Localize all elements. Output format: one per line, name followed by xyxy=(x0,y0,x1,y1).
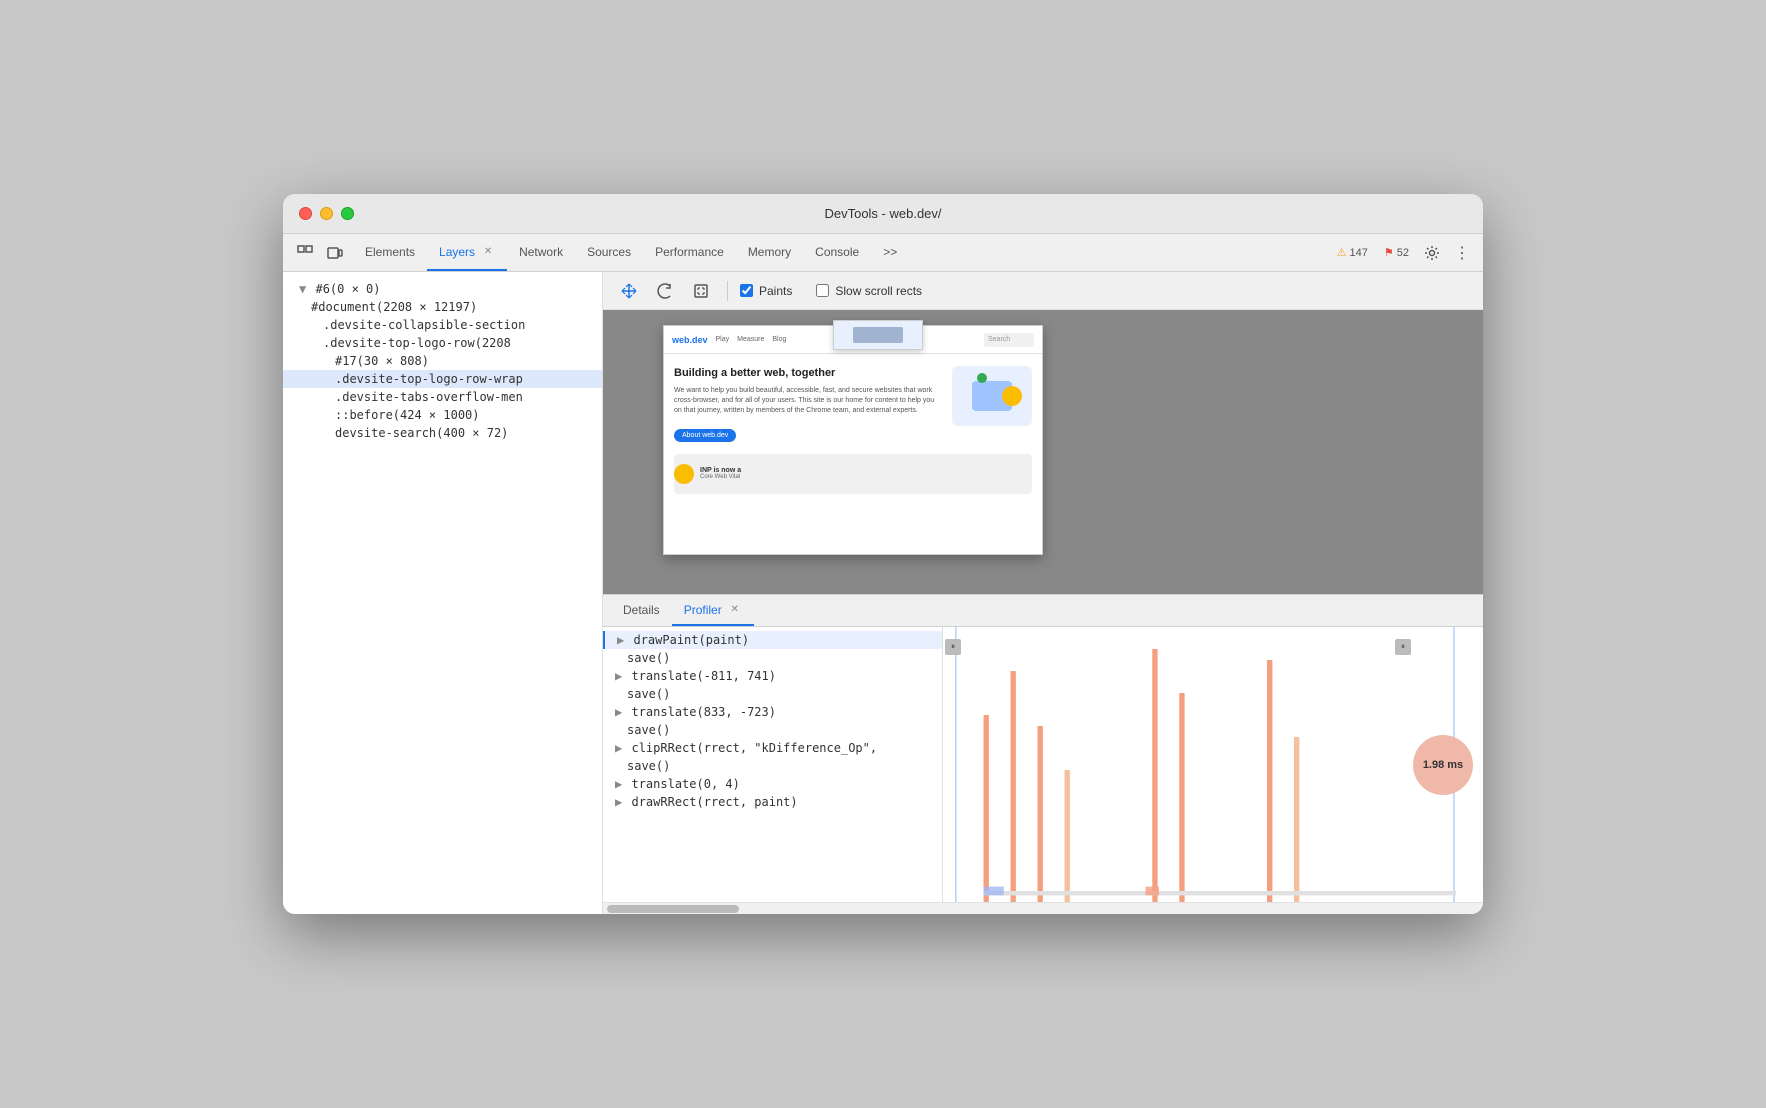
timer-badge: 1.98 ms xyxy=(1413,735,1473,795)
slow-scroll-checkbox[interactable] xyxy=(816,284,829,297)
arrow-icon: ▼ xyxy=(299,282,306,296)
tab-layers[interactable]: Layers ✕ xyxy=(427,234,507,271)
minimize-button[interactable] xyxy=(320,207,333,220)
bottom-scrollbar[interactable] xyxy=(603,902,1483,914)
device-toolbar-icon[interactable] xyxy=(321,239,349,267)
layer-item[interactable]: ▼ #6(0 × 0) xyxy=(283,280,602,298)
pan-tool-button[interactable] xyxy=(615,277,643,305)
maximize-button[interactable] xyxy=(341,207,354,220)
layer-item[interactable]: .devsite-collapsible-section xyxy=(283,316,602,334)
profiler-item[interactable]: ▶ clipRRect(rrect, "kDifference_Op", xyxy=(603,739,942,757)
close-button[interactable] xyxy=(299,207,312,220)
profiler-item[interactable]: ▶ translate(0, 4) xyxy=(603,775,942,793)
tab-profiler-close[interactable]: ✕ xyxy=(728,603,742,617)
layer-item[interactable]: #document(2208 × 12197) xyxy=(283,298,602,316)
layer-item[interactable]: .devsite-top-logo-row(2208 xyxy=(283,334,602,352)
slow-scroll-checkbox-group[interactable]: Slow scroll rects xyxy=(816,284,922,298)
layer-item-selected[interactable]: .devsite-top-logo-row-wrap xyxy=(283,370,602,388)
timeline-area[interactable]: ⏸ ⏸ xyxy=(943,627,1483,902)
more-icon[interactable]: ⋮ xyxy=(1449,240,1475,266)
bottom-panel: Details Profiler ✕ ▶ drawPaint(paint) xyxy=(603,594,1483,914)
profiler-item[interactable]: ▶ translate(-811, 741) xyxy=(603,667,942,685)
tab-bar-right: ⚠ 147 ⚑ 52 ⋮ xyxy=(1331,234,1475,271)
toolbar-divider xyxy=(727,281,728,301)
bottom-tab-bar: Details Profiler ✕ xyxy=(603,595,1483,627)
canvas-area[interactable]: web.dev Play Measure Blog Search Buildin… xyxy=(603,310,1483,594)
tab-more[interactable]: >> xyxy=(871,234,909,271)
profiler-tree[interactable]: ▶ drawPaint(paint) save() ▶ translate(-8… xyxy=(603,627,943,902)
profiler-item[interactable]: save() xyxy=(603,721,942,739)
error-badge[interactable]: ⚑ 52 xyxy=(1378,244,1415,261)
site-preview: web.dev Play Measure Blog Search Buildin… xyxy=(663,325,1043,555)
fit-screen-button[interactable] xyxy=(687,277,715,305)
profiler-item[interactable]: ▶ drawRRect(rrect, paint) xyxy=(603,793,942,811)
profiler-item[interactable]: ▶ drawPaint(paint) xyxy=(603,631,942,649)
traffic-lights xyxy=(299,207,354,220)
warning-badge[interactable]: ⚠ 147 xyxy=(1331,244,1374,261)
slow-scroll-label: Slow scroll rects xyxy=(835,284,922,298)
title-bar: DevTools - web.dev/ xyxy=(283,194,1483,234)
pause-right-button[interactable]: ⏸ xyxy=(1395,639,1411,655)
tab-console[interactable]: Console xyxy=(803,234,871,271)
tab-sources[interactable]: Sources xyxy=(575,234,643,271)
layer-item[interactable]: #17(30 × 808) xyxy=(283,352,602,370)
profiler-item[interactable]: save() xyxy=(603,649,942,667)
profiler-item[interactable]: save() xyxy=(603,757,942,775)
rotate-tool-button[interactable] xyxy=(651,277,679,305)
layer-preview-card xyxy=(833,320,923,350)
window-title: DevTools - web.dev/ xyxy=(824,206,941,221)
tab-details[interactable]: Details xyxy=(611,595,672,626)
devtools-window: DevTools - web.dev/ Elements Layers ✕ xyxy=(283,194,1483,914)
paints-checkbox-group[interactable]: Paints xyxy=(740,284,792,298)
layer-item[interactable]: devsite-search(400 × 72) xyxy=(283,424,602,442)
warning-icon: ⚠ xyxy=(1337,246,1347,259)
main-content: ▼ #6(0 × 0) #document(2208 × 12197) .dev… xyxy=(283,272,1483,914)
bottom-content: ▶ drawPaint(paint) save() ▶ translate(-8… xyxy=(603,627,1483,902)
profiler-item[interactable]: save() xyxy=(603,685,942,703)
paints-checkbox[interactable] xyxy=(740,284,753,297)
tab-profiler[interactable]: Profiler ✕ xyxy=(672,595,754,626)
layer-item[interactable]: .devsite-tabs-overflow-men xyxy=(283,388,602,406)
profiler-item[interactable]: ▶ translate(833, -723) xyxy=(603,703,942,721)
tab-memory[interactable]: Memory xyxy=(736,234,803,271)
tab-bar: Elements Layers ✕ Network Sources Perfor… xyxy=(283,234,1483,272)
tab-layers-close[interactable]: ✕ xyxy=(481,245,495,259)
layers-toolbar: Paints Slow scroll rects xyxy=(603,272,1483,310)
tab-network[interactable]: Network xyxy=(507,234,575,271)
pause-left-button[interactable]: ⏸ xyxy=(945,639,961,655)
layer-sidebar: ▼ #6(0 × 0) #document(2208 × 12197) .dev… xyxy=(283,272,603,914)
right-panel: Paints Slow scroll rects web.dev Pla xyxy=(603,272,1483,914)
devtools-icons xyxy=(291,234,349,271)
inspect-icon[interactable] xyxy=(291,239,319,267)
settings-icon[interactable] xyxy=(1419,240,1445,266)
timeline-chart xyxy=(943,627,1483,902)
tab-performance[interactable]: Performance xyxy=(643,234,736,271)
paints-label: Paints xyxy=(759,284,792,298)
layer-item[interactable]: ::before(424 × 1000) xyxy=(283,406,602,424)
tab-elements[interactable]: Elements xyxy=(353,234,427,271)
layer-tree[interactable]: ▼ #6(0 × 0) #document(2208 × 12197) .dev… xyxy=(283,272,602,914)
error-icon: ⚑ xyxy=(1384,246,1394,259)
scroll-thumb[interactable] xyxy=(607,905,739,913)
